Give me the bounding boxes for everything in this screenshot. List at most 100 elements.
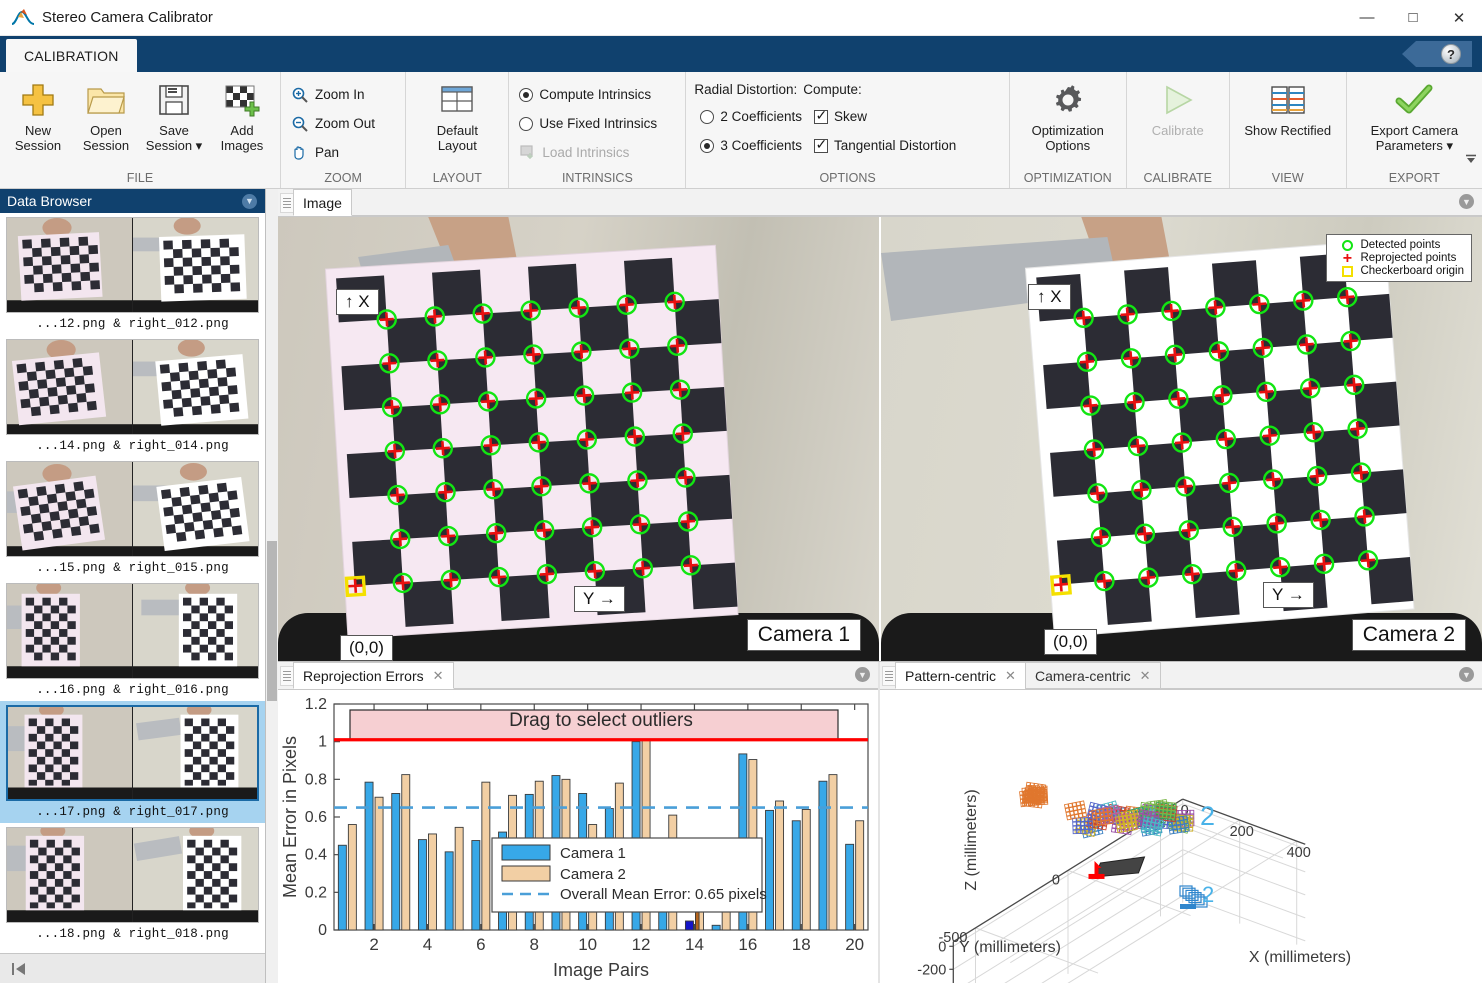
maximize-button[interactable]: □ [1390,0,1436,36]
tab-image[interactable]: Image [293,189,352,216]
new-session-button[interactable]: New Session [4,76,72,153]
thumbnail-left [7,340,132,434]
browser-scrollbar[interactable] [266,189,278,983]
list-item-selected[interactable]: ...17.png & right_017.png [0,701,265,823]
thumbnail-pair [6,705,259,801]
data-browser-header: Data Browser ▼ [0,189,265,213]
image-panel-options-icon[interactable]: ▼ [1459,194,1474,209]
save-session-button[interactable]: Save Session ▾ [140,76,208,153]
zoom-in-button[interactable]: Zoom In [285,80,381,109]
folder-icon [86,80,126,120]
extrinsics-panel: Pattern-centric ✕ Camera-centric ✕ ▼ -80… [880,662,1482,983]
use-fixed-intrinsics-radio[interactable]: Use Fixed Intrinsics [513,109,663,138]
title-bar: Stereo Camera Calibrator — □ ✕ [0,0,1482,36]
pan-button[interactable]: Pan [285,138,381,167]
reprojection-errors-chart: 0 0.2 0.4 0.6 0.8 1 1.2 2 4 6 8 10 12 14 16 18 20 Drag to… [278,690,878,983]
help-button[interactable]: ? [1402,41,1472,67]
collapse-ribbon-icon[interactable] [1463,152,1479,168]
legend-row-reprojected: + Reprojected points [1334,252,1464,264]
pan-hand-icon [291,144,309,162]
ribbon-group-label-zoom: ZOOM [281,169,405,188]
close-icon[interactable]: ✕ [1140,668,1151,684]
svg-text:1.2: 1.2 [305,696,327,713]
close-icon[interactable]: ✕ [433,668,444,684]
camera1-origin-label: (0,0) [340,635,393,661]
svg-text:X (millimeters): X (millimeters) [1249,949,1351,966]
radial-2-coefficients-label: 2 Coefficients [720,109,802,124]
camera1-x-axis-label: ↑ X [336,289,379,315]
tab-camera-centric[interactable]: Camera-centric ✕ [1025,662,1161,689]
checkbox-icon [814,110,828,124]
list-item[interactable]: ...15.png & right_015.png [0,457,265,579]
reprojection-chart-body[interactable]: 0 0.2 0.4 0.6 0.8 1 1.2 2 4 6 8 10 12 14 16 18 20 Drag to… [278,690,878,983]
list-item[interactable]: ...12.png & right_012.png [0,213,265,335]
checkbox-icon [814,139,828,153]
zoom-out-icon [291,115,309,133]
camera1-view[interactable]: ↑ X Y → (0,0) Camera 1 [278,217,879,661]
camera2-x-axis-label: ↑ X [1028,284,1071,310]
panel-grip-icon[interactable] [280,193,294,213]
export-line1: Export Camera [1371,123,1458,138]
yellow-square-icon [1334,266,1360,277]
tab-pattern-centric[interactable]: Pattern-centric ✕ [895,662,1026,689]
open-session-line1: Open [90,123,122,138]
new-session-line2: Session [15,138,61,153]
default-layout-line2: Layout [438,138,477,153]
close-button[interactable]: ✕ [1436,0,1482,36]
data-browser-options-icon[interactable]: ▼ [242,194,257,209]
svg-text:0: 0 [318,922,327,939]
data-browser-list[interactable]: ...12.png & right_012.png ...14.png & ri… [0,213,265,953]
open-session-button[interactable]: Open Session [72,76,140,153]
show-rectified-label: Show Rectified [1244,123,1331,138]
export-camera-parameters-button[interactable]: Export Camera Parameters ▾ [1351,76,1478,153]
camera2-view[interactable]: Detected points + Reprojected points Che… [879,217,1482,661]
tab-pattern-centric-label: Pattern-centric [905,668,996,684]
extrinsics-panel-options-icon[interactable]: ▼ [1459,667,1474,682]
default-layout-button[interactable]: Default Layout [410,76,504,153]
reprojection-panel-options-icon[interactable]: ▼ [855,667,870,682]
thumbnail-left [7,462,132,556]
svg-text:Mean Error in Pixels: Mean Error in Pixels [280,736,300,898]
zoom-out-button[interactable]: Zoom Out [285,109,381,138]
tab-image-label: Image [303,195,342,211]
svg-text:16: 16 [738,935,757,954]
svg-text:8: 8 [530,935,539,954]
image-panel-body: ↑ X Y → (0,0) Camera 1 Detected points +… [278,217,1482,661]
panel-grip-icon[interactable] [882,666,896,686]
tangential-distortion-label: Tangential Distortion [834,138,956,153]
minimize-button[interactable]: — [1344,0,1390,36]
tab-reprojection-errors[interactable]: Reprojection Errors ✕ [293,662,454,689]
optimization-options-button[interactable]: Optimization Options [1014,76,1122,153]
show-rectified-button[interactable]: Show Rectified [1234,76,1342,138]
list-item[interactable]: ...16.png & right_016.png [0,579,265,701]
calibrate-button[interactable]: Calibrate [1131,76,1225,138]
camera2-scene [881,217,1482,661]
red-plus-icon: + [1334,253,1360,264]
scrollbar-thumb[interactable] [267,541,277,701]
new-session-line1: New [25,123,51,138]
skew-checkbox[interactable]: Skew [808,102,962,131]
radial-3-coefficients-radio[interactable]: 3 Coefficients [694,131,808,160]
green-check-icon [1394,80,1434,120]
image-panel: Image ▼ ↑ X Y → (0,0) Camera 1 Detected … [278,189,1482,661]
list-item[interactable]: ...18.png & right_018.png [0,823,265,945]
add-images-button[interactable]: Add Images [208,76,276,153]
optimization-options-line1: Optimization [1032,123,1104,138]
list-item[interactable]: ...14.png & right_014.png [0,335,265,457]
data-browser-title: Data Browser [7,193,92,209]
ribbon-group-label-intrinsics: INTRINSICS [509,169,685,188]
tangential-distortion-checkbox[interactable]: Tangential Distortion [808,131,962,160]
svg-text:Drag to select outliers: Drag to select outliers [509,710,693,731]
svg-text:200: 200 [1230,824,1254,840]
thumbnail-pair [6,217,259,313]
close-icon[interactable]: ✕ [1005,668,1016,684]
work-area: Data Browser ▼ ...12.png & right_012.png… [0,189,1482,983]
first-item-icon[interactable] [10,961,28,977]
radial-2-coefficients-radio[interactable]: 2 Coefficients [694,102,808,131]
ribbon-group-options: Radial Distortion: Compute: 2 Coefficien… [685,72,1008,188]
compute-intrinsics-radio[interactable]: Compute Intrinsics [513,80,663,109]
ribbon-group-intrinsics: Compute Intrinsics Use Fixed Intrinsics … [508,72,685,188]
tab-calibration[interactable]: CALIBRATION [6,39,137,72]
extrinsics-plot-body[interactable]: -800-600-400-2000-50005000200400Z (milli… [880,690,1482,983]
panel-grip-icon[interactable] [280,666,294,686]
